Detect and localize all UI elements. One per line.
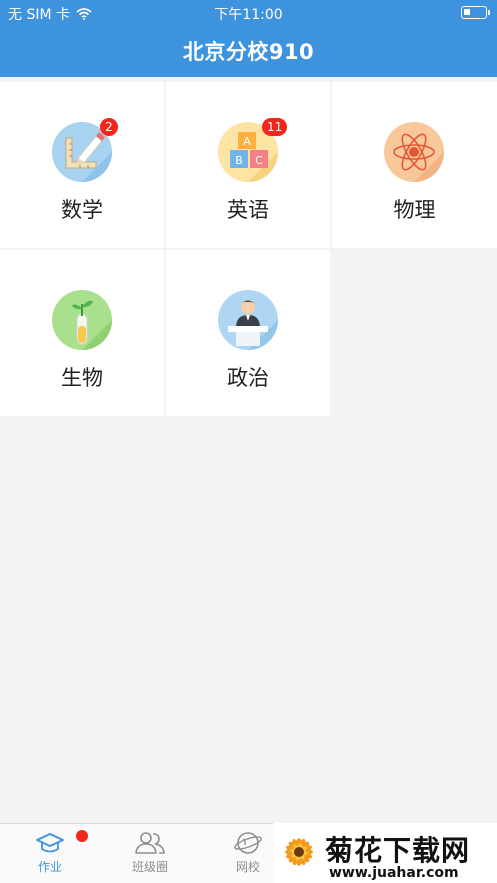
svg-text:C: C [255, 154, 263, 167]
svg-text:B: B [235, 154, 243, 167]
subject-tile-english[interactable]: A B C 11 英语 [166, 82, 330, 248]
tab-class-circle[interactable]: 班级圈 [110, 830, 190, 875]
watermark-title: 菊花下载网 [325, 834, 471, 867]
page-title: 北京分校910 [182, 40, 315, 64]
subject-tile-politics[interactable]: 政治 [166, 250, 330, 416]
status-time: 下午11:00 [214, 7, 283, 23]
tab-label: 网校 [235, 860, 260, 874]
chrysanthemum-logo-icon [285, 838, 313, 866]
top-bar: 无 SIM 卡 下午11:00 北京分校910 [0, 0, 497, 77]
subject-tile-biology[interactable]: 生物 [0, 250, 164, 416]
notification-dot [76, 830, 88, 842]
globe-icon [234, 832, 262, 854]
people-icon [135, 832, 165, 854]
unread-badge: 2 [100, 118, 118, 136]
subject-label: 生物 [61, 366, 103, 390]
status-bar: 无 SIM 卡 下午11:00 [0, 0, 497, 26]
unread-badge: 11 [262, 118, 288, 136]
subject-label: 数学 [61, 198, 103, 222]
subject-tile-math[interactable]: 2 数学 [0, 82, 164, 248]
tab-label: 作业 [37, 860, 62, 874]
speaker-podium-icon [218, 290, 278, 350]
graduation-cap-icon [36, 833, 64, 853]
svg-text:A: A [243, 135, 251, 148]
subject-tile-physics[interactable]: 物理 [332, 82, 497, 248]
subject-label: 英语 [227, 198, 269, 222]
subject-label: 政治 [227, 366, 269, 390]
watermark-url: www.juahar.com [329, 865, 459, 881]
plant-test-tube-icon [52, 290, 112, 350]
watermark: 菊花下载网 www.juahar.com [273, 823, 497, 883]
atom-icon [384, 122, 444, 182]
tab-label: 班级圈 [131, 860, 168, 874]
subject-label: 物理 [393, 198, 436, 222]
battery-icon [461, 6, 490, 19]
